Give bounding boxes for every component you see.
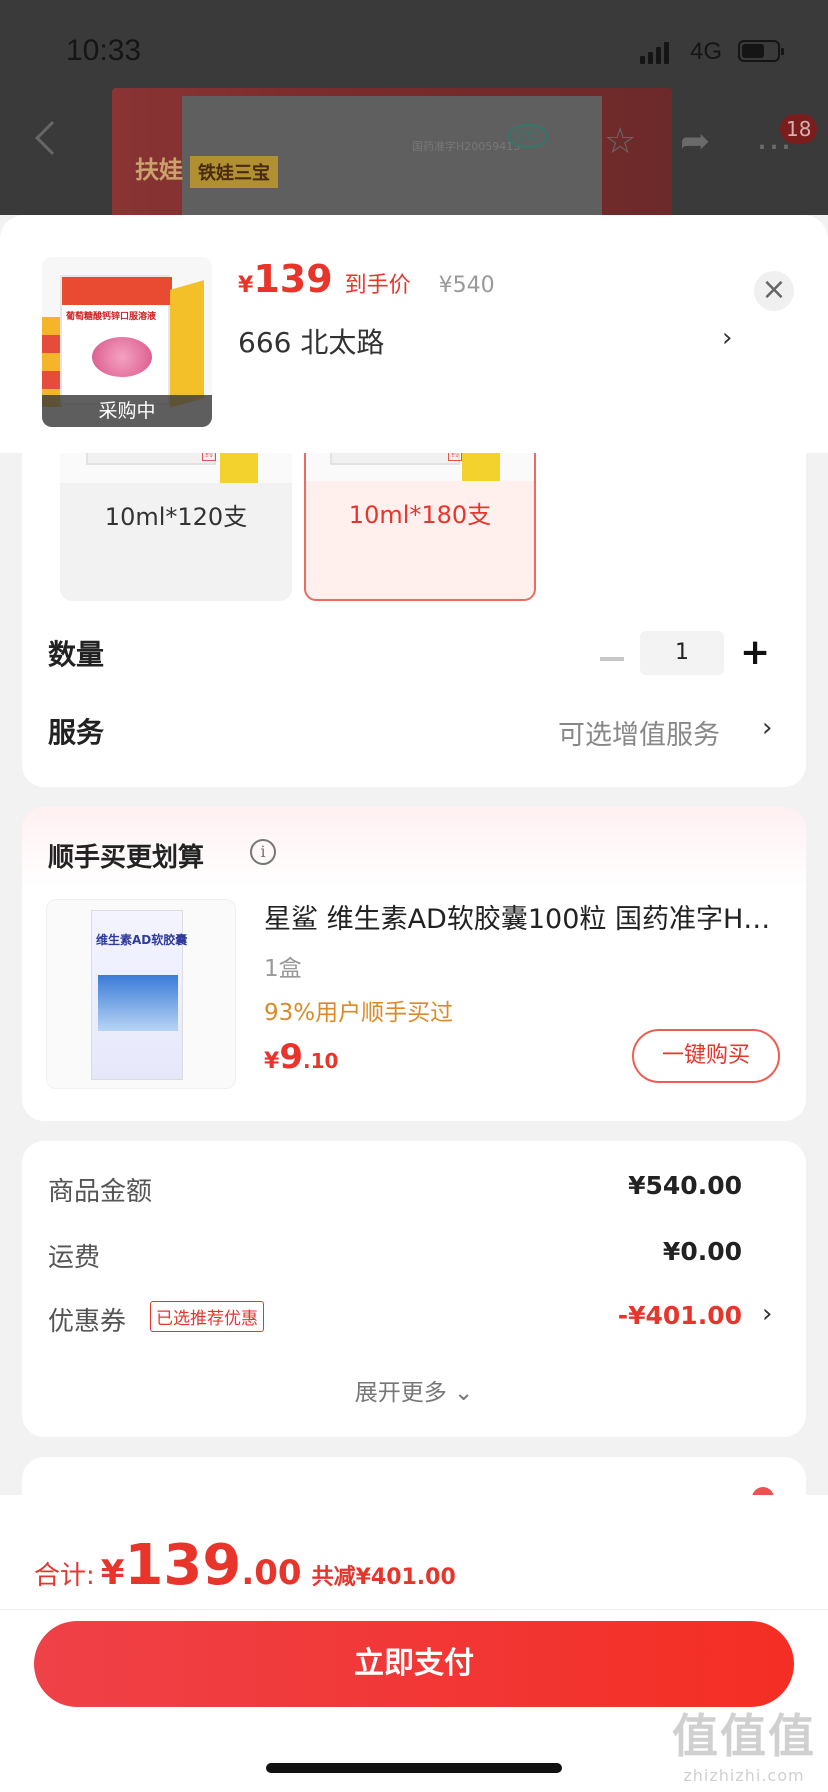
final-price-label: 到手价: [344, 273, 411, 298]
total-int: 139: [124, 1533, 242, 1598]
network-type: 4G: [690, 38, 723, 65]
thumbnail-title: 葡萄糖酸钙锌口服溶液: [66, 312, 157, 322]
spec-card: 药 10ml*120支 药 10ml*180支 数量 1 + 服务 可选增值服务…: [22, 395, 806, 787]
watermark-url: zhizhizhi.com: [683, 1766, 805, 1785]
background-otc-badge: OTC: [508, 124, 548, 148]
total-saved: 共减¥401.00: [311, 1565, 456, 1590]
one-click-buy-button[interactable]: 一键购买: [632, 1029, 780, 1083]
recommend-price-int: 9: [279, 1037, 303, 1077]
quantity-label: 数量: [48, 638, 105, 671]
price-summary-card: 商品金额 ¥540.00 运费 ¥0.00 优惠券 已选推荐优惠 -¥401.0…: [22, 1141, 806, 1437]
service-label: 服务: [48, 716, 105, 749]
recommend-product-name[interactable]: 星鲨 维生素AD软胶囊100粒 国药准字H35021450: [264, 897, 784, 936]
delivery-address[interactable]: 666 北太路: [238, 321, 384, 361]
coupon-value[interactable]: -¥401.00: [618, 1301, 742, 1330]
signal-icon: [640, 42, 669, 64]
recommend-card: 顺手买更划算 i 维生素AD软胶囊 星鲨 维生素AD软胶囊100粒 国药准字H3…: [22, 807, 806, 1121]
share-icon[interactable]: ➦: [680, 124, 710, 160]
info-icon[interactable]: i: [250, 839, 276, 865]
purchasing-tag: 采购中: [42, 395, 212, 427]
quantity-input[interactable]: 1: [640, 631, 724, 675]
recommend-title: 顺手买更划算: [48, 843, 205, 873]
recommend-product-image[interactable]: 维生素AD软胶囊: [46, 899, 236, 1089]
pay-now-button[interactable]: 立即支付: [34, 1621, 794, 1707]
watermark-logo: 值值值: [672, 1709, 816, 1763]
coupon-label: 优惠券: [48, 1307, 127, 1337]
shipping-value: ¥0.00: [662, 1237, 742, 1266]
sheet-header: 葡萄糖酸钙锌口服溶液 采购中 ¥ 139 到手价 ¥540 666 北太路 › …: [0, 215, 828, 453]
spec-option-label: 10ml*180支: [306, 481, 534, 549]
quantity-minus-button[interactable]: [600, 657, 624, 661]
chevron-right-icon[interactable]: ›: [762, 1299, 772, 1329]
total-dec: .00: [241, 1553, 302, 1593]
background-approval: 国药准字H20059413: [412, 140, 521, 153]
recommend-price: ¥ 9 .10: [264, 1037, 338, 1077]
home-indicator[interactable]: [266, 1763, 562, 1773]
recommend-percent: 93%用户顺手买过: [264, 1000, 454, 1026]
product-thumbnail[interactable]: 葡萄糖酸钙锌口服溶液 采购中: [42, 257, 212, 427]
quantity-plus-button[interactable]: +: [740, 631, 770, 675]
divider: [0, 1609, 828, 1610]
recommend-price-dec: .10: [302, 1049, 339, 1073]
battery-icon: [738, 40, 784, 62]
price-currency: ¥: [238, 273, 254, 298]
cart-count-badge: 18: [780, 114, 818, 144]
spec-option-label: 10ml*120支: [60, 483, 292, 551]
final-price: 139: [253, 257, 333, 301]
total-currency: ¥: [100, 1553, 125, 1593]
background-product-image: [112, 88, 672, 215]
service-value[interactable]: 可选增值服务: [558, 713, 720, 752]
watermark: 值值值 zhizhizhi.com: [672, 1700, 816, 1785]
background-brand: 扶娃: [135, 156, 183, 184]
recommend-box-title: 维生素AD软胶囊: [96, 933, 188, 947]
status-time: 10:33: [66, 34, 142, 67]
goods-amount-value: ¥540.00: [628, 1171, 742, 1200]
goods-amount-label: 商品金额: [48, 1177, 153, 1207]
chevron-right-icon[interactable]: ›: [722, 323, 732, 353]
price-row: ¥ 139 到手价 ¥540: [238, 257, 495, 301]
recommend-qty: 1盒: [264, 956, 302, 982]
close-button[interactable]: ×: [754, 271, 794, 311]
status-bar: 10:33 4G: [0, 0, 828, 100]
coupon-tag: 已选推荐优惠: [150, 1301, 264, 1332]
background-brand2: 铁娃三宝: [190, 156, 278, 188]
total-label: 合计:: [34, 1561, 95, 1591]
total-price: 合计: ¥ 139 .00 共减¥401.00: [34, 1533, 456, 1598]
star-icon[interactable]: ☆: [604, 124, 636, 160]
recommend-price-symbol: ¥: [264, 1049, 280, 1074]
shipping-label: 运费: [48, 1243, 101, 1273]
original-price: ¥540: [438, 273, 495, 298]
chevron-right-icon[interactable]: ›: [762, 713, 772, 743]
expand-more-button[interactable]: 展开更多 ⌄: [22, 1373, 806, 1407]
